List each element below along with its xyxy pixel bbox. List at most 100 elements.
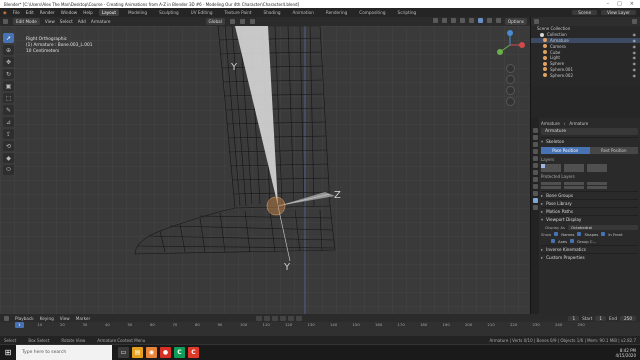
move-tool-icon[interactable]: ✥ (3, 57, 14, 67)
constraints-tab-icon[interactable] (532, 191, 538, 196)
custom-properties-panel-header[interactable]: ▸ Custom Properties (541, 253, 638, 261)
tab-compositing[interactable]: Compositing (356, 9, 388, 16)
jump-end-icon[interactable] (296, 315, 303, 321)
close-icon[interactable]: × (630, 1, 634, 7)
in-front-checkbox[interactable] (601, 232, 606, 237)
menu-view[interactable]: View (45, 19, 55, 24)
roll-tool-icon[interactable]: ⟲ (3, 141, 14, 151)
viewport-canvas[interactable]: Y Z Y (0, 26, 530, 314)
play-icon[interactable] (280, 315, 287, 321)
bone-size-tool-icon[interactable]: ◆ (3, 153, 14, 163)
timeline-area[interactable]: 10 20 30 40 50 60 70 80 90 100 110 120 130 140 150 160 1… (0, 322, 640, 336)
extrude-tool-icon[interactable]: ⇪ (3, 129, 14, 139)
output-tab-icon[interactable] (532, 142, 538, 147)
armature-data-tab-icon[interactable] (532, 198, 538, 203)
outliner-item[interactable]: Sphere.002 ◉ (531, 72, 640, 78)
shapes-checkbox[interactable] (577, 232, 582, 237)
menu-select[interactable]: Select (60, 19, 73, 24)
shading-wire-icon[interactable] (468, 18, 474, 23)
camera-view-icon[interactable] (505, 86, 515, 95)
annotate-tool-icon[interactable]: ✎ (3, 105, 14, 115)
3d-viewport[interactable]: Y Z Y Right Orthographic (1) Armature : … (0, 26, 530, 314)
system-clock[interactable]: 8:42 PM 4/15/2020 (615, 348, 640, 358)
eye-icon[interactable]: ◉ (633, 32, 637, 37)
menu-edit[interactable]: Edit (26, 10, 34, 15)
editor-type-icon[interactable] (3, 19, 8, 24)
view-layer-selector[interactable]: View Layer (601, 10, 636, 15)
current-frame-field[interactable]: 1 (568, 315, 580, 321)
shading-rendered-icon[interactable] (495, 18, 501, 23)
eye-icon[interactable]: ◉ (633, 50, 637, 55)
envelope-tool-icon[interactable]: ⬭ (3, 165, 14, 175)
pan-hand-icon[interactable] (505, 75, 515, 84)
scene-selector[interactable]: Scene (572, 10, 598, 15)
menu-armature[interactable]: Armature (91, 19, 111, 24)
prev-keyframe-icon[interactable] (264, 315, 271, 321)
scale-tool-icon[interactable]: ▣ (3, 81, 14, 91)
physics-tab-icon[interactable] (532, 184, 538, 189)
mode-selector[interactable]: Edit Mode (13, 18, 40, 25)
eye-icon[interactable]: ◉ (633, 38, 637, 43)
tab-uv-editing[interactable]: UV Editing (188, 9, 216, 16)
windows-start-icon[interactable]: ⊞ (0, 345, 16, 360)
transform-orientation-selector[interactable]: Global (205, 18, 225, 25)
tab-scripting[interactable]: Scripting (395, 9, 420, 16)
recorder-taskbar-icon[interactable]: C (188, 347, 199, 358)
frame-ruler[interactable]: 10 20 30 40 50 60 70 80 90 100 110 120 130 140 150 160 1… (0, 322, 640, 328)
modifier-tab-icon[interactable] (532, 177, 538, 182)
bone-groups-panel-header[interactable]: ▸ Bone Groups (541, 191, 638, 199)
armature-name-field[interactable]: Armature (541, 128, 638, 135)
end-frame-field[interactable]: 250 (620, 315, 636, 321)
snap-icon[interactable] (239, 19, 245, 24)
tool-tab-icon[interactable] (532, 128, 538, 133)
menu-add[interactable]: Add (78, 19, 86, 24)
camtasia-taskbar-icon[interactable]: C (174, 347, 185, 358)
eye-icon[interactable]: ◉ (633, 61, 637, 66)
skeleton-panel-header[interactable]: ▾ Skeleton (541, 137, 638, 145)
pivot-icon[interactable] (229, 19, 235, 24)
eye-icon[interactable]: ◉ (633, 73, 637, 78)
motion-paths-panel-header[interactable]: ▸ Motion Paths (541, 207, 638, 215)
tab-texture-paint[interactable]: Texture Paint (222, 9, 255, 16)
minimize-icon[interactable]: – (607, 1, 610, 7)
pose-library-panel-header[interactable]: ▸ Pose Library (541, 199, 638, 207)
world-tab-icon[interactable] (532, 163, 538, 168)
group-colors-checkbox[interactable] (570, 239, 575, 244)
overlay-toggle-icon[interactable] (450, 18, 456, 23)
bone-tab-icon[interactable] (532, 205, 538, 210)
tab-layout[interactable]: Layout (98, 9, 120, 16)
inverse-kinematics-panel-header[interactable]: ▸ Inverse Kinematics (541, 245, 638, 253)
menu-window[interactable]: Window (61, 10, 78, 15)
task-view-icon[interactable]: ▭ (118, 347, 129, 358)
tab-sculpting[interactable]: Sculpting (156, 9, 182, 16)
xray-icon[interactable] (459, 18, 465, 23)
menu-keying[interactable]: Keying (40, 316, 54, 321)
shading-solid-icon[interactable] (477, 18, 483, 23)
eye-icon[interactable]: ◉ (633, 55, 637, 60)
menu-playback[interactable]: Playback (15, 316, 34, 321)
next-keyframe-icon[interactable] (288, 315, 295, 321)
layer-toggle[interactable] (541, 164, 545, 168)
file-explorer-icon[interactable]: ▤ (132, 347, 143, 358)
scene-tab-icon[interactable] (532, 156, 538, 161)
menu-file[interactable]: File (13, 10, 20, 15)
playhead[interactable]: 1 (15, 322, 24, 328)
play-reverse-icon[interactable] (272, 315, 279, 321)
eye-icon[interactable]: ◉ (633, 44, 637, 49)
names-checkbox[interactable] (554, 232, 559, 237)
outliner-display-icon[interactable] (534, 19, 539, 24)
tab-rendering[interactable]: Rendering (323, 9, 350, 16)
select-tool-icon[interactable]: ➚ (3, 33, 14, 43)
menu-render[interactable]: Render (40, 10, 55, 15)
rest-position-button[interactable]: Rest Position (589, 147, 638, 154)
options-dropdown[interactable]: Options (504, 18, 527, 25)
protected-layers-grid[interactable] (541, 181, 638, 190)
render-tab-icon[interactable] (532, 135, 538, 140)
pose-position-button[interactable]: Pose Position (541, 147, 590, 154)
tab-shading[interactable]: Shading (261, 9, 284, 16)
eye-icon[interactable]: ◉ (633, 67, 637, 72)
object-tab-icon[interactable] (532, 170, 538, 175)
menu-marker[interactable]: Marker (76, 316, 90, 321)
display-as-dropdown[interactable]: Octahedral (568, 224, 638, 230)
blender-logo-icon[interactable]: ◉ (3, 10, 7, 15)
